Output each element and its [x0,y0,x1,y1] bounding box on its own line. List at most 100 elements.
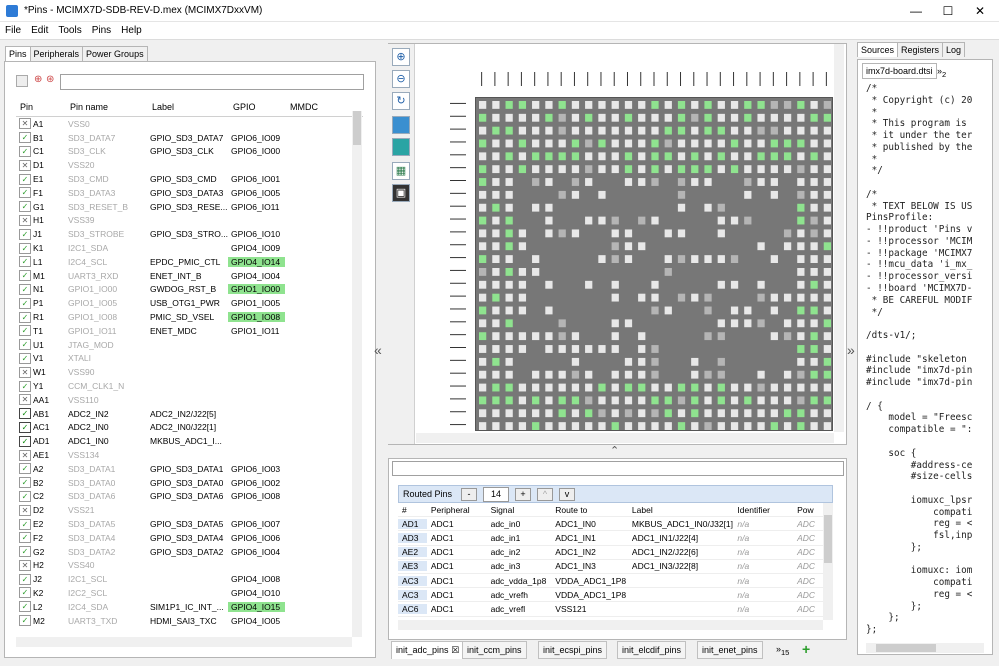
pin-cell[interactable] [598,345,606,353]
pin-row[interactable]: ✓ Y1 CCM_CLK1_N [16,379,363,393]
zoom-out-icon[interactable]: ⊖ [392,70,410,88]
pin-cell[interactable] [783,396,792,405]
pin-cell[interactable] [677,422,686,430]
pin-cell[interactable] [770,293,778,302]
pin-cell[interactable] [492,357,500,366]
pin-cell[interactable] [717,216,725,225]
pin-cell[interactable] [691,126,699,135]
pin-cell[interactable] [585,101,593,109]
pin-cell[interactable] [479,422,487,430]
pin-cell[interactable] [598,409,606,418]
pin-cell[interactable] [677,203,686,212]
pin-label[interactable]: GPIO_SD3_DATA1 [147,464,228,474]
pin-cell[interactable] [770,422,778,430]
pin-cell[interactable] [624,152,633,161]
col-pin-name[interactable]: Pin name [66,102,148,112]
pin-cell[interactable] [638,332,646,341]
pin-cell[interactable] [797,293,805,302]
pin-cell[interactable] [505,113,513,122]
pin-cell[interactable] [823,113,831,122]
pin-cell[interactable] [571,152,580,161]
pin-cell[interactable] [545,139,553,148]
pin-cell[interactable] [651,280,659,289]
pin-cell[interactable] [492,113,500,122]
pin-cell[interactable] [664,139,672,148]
pin-cell[interactable] [518,139,527,148]
pin-cell[interactable] [598,396,606,405]
routed-power[interactable]: ADC [793,533,823,543]
tab-init-ccm-pins[interactable]: init_ccm_pins [462,641,527,659]
pin-cell[interactable] [823,268,831,276]
col-label[interactable]: Label [628,505,733,515]
pin-cell[interactable] [624,396,633,405]
pins-vertical-scrollbar[interactable] [352,111,362,637]
pin-checkbox[interactable]: ✓ [19,463,31,475]
pin-cell[interactable] [744,165,752,174]
pin-cell[interactable] [624,383,633,392]
tab-power-groups[interactable]: Power Groups [82,46,148,61]
pin-gpio[interactable]: GPIO4_IO05 [228,616,285,626]
pin-cell[interactable] [598,383,606,392]
routed-row[interactable]: AE3 ADC1 adc_in3 ADC1_IN3 ADC1_IN3/J22[8] n/a… [398,560,823,574]
pin-cell[interactable] [783,332,792,341]
pin-cell[interactable] [651,345,659,353]
pin-cell[interactable] [810,139,818,148]
pin-cell[interactable] [545,370,553,379]
pin-cell[interactable] [558,113,566,122]
pin-checkbox[interactable]: ✕ [19,504,31,516]
close-tab-icon[interactable]: ☒ [451,645,459,655]
pin-cell[interactable] [571,422,580,430]
pin-cell[interactable] [532,332,540,341]
pin-gpio[interactable]: GPIO1_IO08 [228,312,285,323]
pin-cell[interactable] [730,306,739,315]
pin-cell[interactable] [810,203,818,212]
menu-help[interactable]: Help [116,22,147,39]
pin-cell[interactable] [744,152,752,161]
pin-gpio[interactable]: GPIO6_IO08 [228,491,285,501]
pin-cell[interactable] [492,422,500,430]
routed-pin[interactable]: AC3 [398,589,427,600]
close-button[interactable]: ✕ [964,0,996,22]
zoom-in-icon[interactable]: ⊕ [392,48,410,66]
pin-gpio[interactable]: GPIO4_IO14 [228,256,285,267]
pin-cell[interactable] [717,126,725,135]
pin-cell[interactable] [585,152,593,161]
pin-cell[interactable] [571,165,580,174]
pin-cell[interactable] [770,165,778,174]
pin-cell[interactable] [571,396,580,405]
pin-cell[interactable] [545,165,553,174]
pin-cell[interactable] [638,178,646,186]
pin-cell[interactable] [492,345,500,353]
pin-cell[interactable] [677,396,686,405]
pin-cell[interactable] [704,383,712,392]
pin-cell[interactable] [479,229,487,238]
pin-cell[interactable] [757,383,765,392]
add-row-button[interactable]: + [515,488,531,501]
pin-cell[interactable] [611,422,619,430]
pin-cell[interactable] [479,203,487,212]
pin-cell[interactable] [571,139,580,148]
pin-cell[interactable] [664,306,672,315]
pin-cell[interactable] [611,383,619,392]
pin-cell[interactable] [797,165,805,174]
routed-route-to[interactable]: VDDA_ADC1_1P8 [551,576,628,586]
pin-cell[interactable] [651,126,659,135]
pin-cell[interactable] [518,345,527,353]
pin-cell[interactable] [545,306,553,315]
pin-cell[interactable] [691,255,699,263]
pin-cell[interactable] [717,152,725,161]
pin-cell[interactable] [783,126,792,135]
pin-cell[interactable] [611,293,619,302]
pin-cell[interactable] [730,216,739,225]
pin-cell[interactable] [518,242,527,251]
pin-cell[interactable] [532,255,540,263]
pin-checkbox[interactable]: ✓ [19,615,31,627]
pin-cell[interactable] [810,242,818,251]
pin-cell[interactable] [505,216,513,225]
pin-label[interactable]: PMIC_SD_VSEL [147,312,228,322]
pin-cell[interactable] [638,396,646,405]
pin-checkbox[interactable]: ✕ [19,366,31,378]
pin-cell[interactable] [810,268,818,276]
pin-cell[interactable] [518,332,527,341]
pin-cell[interactable] [611,139,619,148]
